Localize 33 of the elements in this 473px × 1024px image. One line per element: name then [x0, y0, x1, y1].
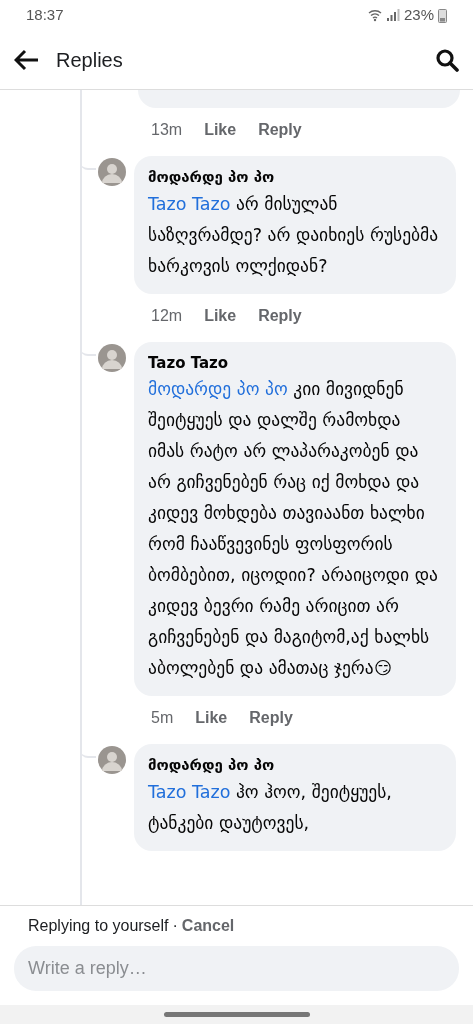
reply-field[interactable]: Write a reply…: [14, 946, 459, 991]
mention-link[interactable]: Tazo Tazo: [148, 781, 231, 802]
search-button[interactable]: [435, 47, 459, 72]
avatar[interactable]: [98, 343, 126, 372]
comment-text: მოდარდე პო პო კიი მივიდნენ შეიტყუეს და დალშე რამოხდა იმას რატო არ ლაპარაკობენ და არ გიჩვენებენ რაც იქ მოხდა და კიდევ მოხდება თავიაანთ ხალხი რომ ჩააწვევინეს ფოსფორის ბომბებით, იცოდიი? არაიცოდი და კიდევ ბევრი რამე არიცით არ გიჩვენებენ და მაგიტომ,აქ ხალხს აბოლებენ და ამათაც ჯერა😏: [148, 378, 439, 680]
avatar[interactable]: [98, 746, 126, 774]
wifi-icon: [367, 8, 382, 22]
author-name[interactable]: მოდარდე პო პო: [148, 754, 442, 777]
comment-time: 12m: [151, 305, 183, 326]
back-button[interactable]: [14, 47, 40, 72]
mention-link[interactable]: მოდარდე პო პო: [148, 379, 288, 399]
like-button[interactable]: Like: [204, 303, 237, 328]
reply-button[interactable]: Reply: [258, 303, 302, 328]
like-button[interactable]: Like: [195, 706, 228, 730]
mention-link[interactable]: Tazo Tazo: [148, 193, 231, 214]
separator-dot: ·: [172, 917, 178, 934]
reply-button[interactable]: Reply: [249, 706, 293, 730]
comment-time: 5m: [151, 708, 174, 728]
clock-time: 18:37: [26, 4, 64, 25]
author-name[interactable]: Tazo Tazo: [148, 351, 442, 374]
like-button[interactable]: Like: [204, 118, 237, 142]
reply-button[interactable]: Reply: [258, 118, 302, 142]
avatar[interactable]: [98, 158, 126, 186]
battery-icon: [438, 7, 447, 23]
signal-icon: [385, 8, 400, 22]
replying-label: Replying to yourself: [28, 917, 169, 934]
comment-time: 13m: [151, 120, 183, 140]
battery-percent: 23%: [403, 4, 434, 25]
comment-text: Tazo Tazo არ მისულან საზღვრამდე? არ დაიხიეს რუსებმა ხარკოვის ოლქიდან?: [148, 192, 440, 278]
page-title: Replies: [56, 47, 124, 73]
author-name[interactable]: მოდარდე პო პო: [148, 166, 442, 189]
cancel-link[interactable]: Cancel: [181, 917, 235, 934]
comment-text: Tazo Tazo ჰო ჰოო, შეიტყუეს, ტანკები დაუტოვეს,: [148, 780, 393, 835]
